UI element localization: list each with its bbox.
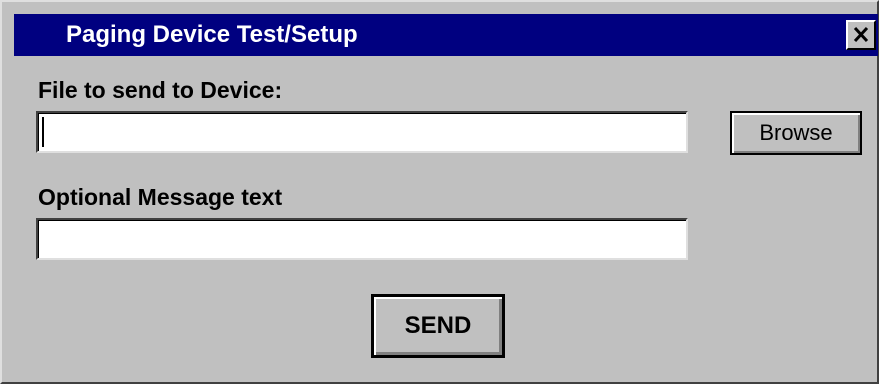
file-path-input[interactable] — [36, 111, 688, 153]
message-text-input[interactable] — [36, 218, 688, 260]
close-button[interactable] — [846, 20, 876, 50]
optional-message-label: Optional Message text — [38, 184, 283, 210]
send-button[interactable]: SEND — [371, 294, 505, 358]
close-icon — [848, 22, 874, 48]
paging-device-dialog: Paging Device Test/Setup File to send to… — [0, 0, 879, 384]
window-title: Paging Device Test/Setup — [66, 21, 358, 48]
text-caret — [42, 117, 44, 147]
file-to-send-label: File to send to Device: — [38, 77, 283, 103]
browse-button[interactable]: Browse — [730, 111, 862, 155]
title-bar[interactable]: Paging Device Test/Setup — [14, 14, 878, 56]
